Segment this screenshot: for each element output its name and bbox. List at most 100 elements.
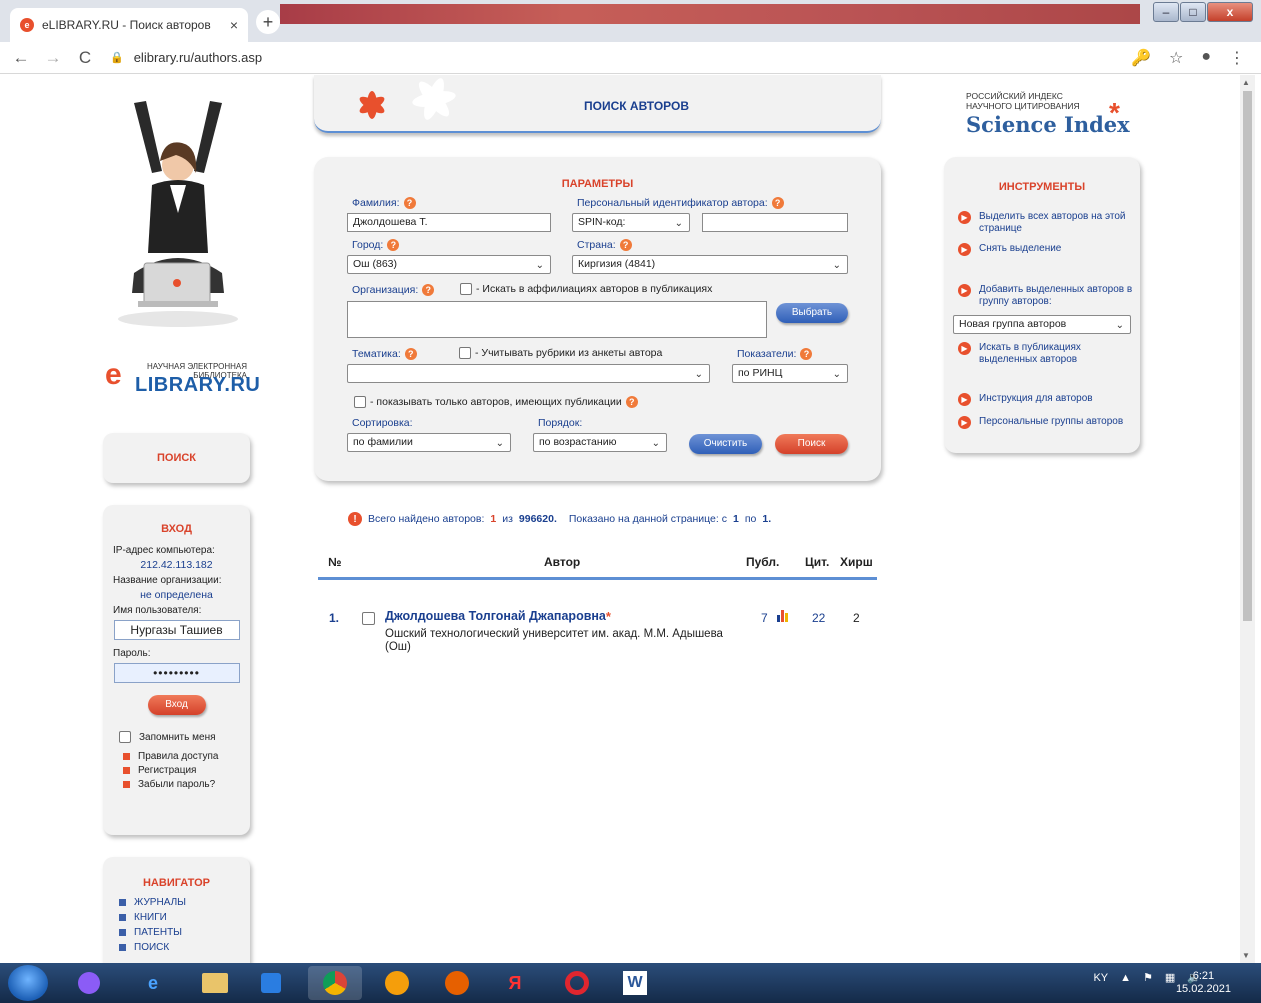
params-title: ПАРАМЕТРЫ <box>561 178 634 190</box>
search-link[interactable]: ПОИСК <box>103 452 250 464</box>
language-indicator[interactable]: KY <box>1093 972 1108 984</box>
add-to-group-link[interactable]: Добавить выделенных авторов в группу авт… <box>979 284 1138 308</box>
chevron-down-icon: ⌄ <box>651 438 660 449</box>
select-all-link[interactable]: Выделить всех авторов на этой странице <box>979 211 1138 235</box>
account-icon[interactable]: ● <box>1201 48 1211 68</box>
nav-patents-link[interactable]: ПАТЕНТЫ <box>134 927 182 938</box>
network-icon[interactable]: ▦ <box>1165 971 1175 984</box>
yandex-icon[interactable]: Я <box>488 966 542 1000</box>
close-window-button[interactable]: x <box>1207 2 1253 22</box>
organization-label-text: Организация: <box>352 284 419 296</box>
ie-icon[interactable]: e <box>126 966 180 1000</box>
password-input[interactable]: ••••••••• <box>113 663 240 683</box>
help-icon[interactable]: ? <box>619 239 632 251</box>
topic-select[interactable]: ⌄ <box>347 364 710 383</box>
rubric-checkbox[interactable] <box>459 347 471 359</box>
tab-close-icon[interactable]: × <box>230 17 238 33</box>
id-type-select[interactable]: SPIN-код: ⌄ <box>572 213 690 232</box>
col-hirsch-header[interactable]: Хирш <box>840 555 873 569</box>
menu-icon[interactable]: ⋮ <box>1229 48 1245 68</box>
clock[interactable]: 6:21 15.02.2021 <box>1176 970 1231 996</box>
city-select[interactable]: Ош (863) ⌄ <box>347 255 551 274</box>
author-instructions-link[interactable]: Инструкция для авторов <box>979 393 1093 406</box>
flag-icon[interactable]: ⚑ <box>1143 971 1153 984</box>
clear-button[interactable]: Очистить <box>689 434 762 454</box>
sort-select[interactable]: по фамилии ⌄ <box>347 433 511 452</box>
browser-tab[interactable]: e eLIBRARY.RU - Поиск авторов × <box>10 8 248 42</box>
deselect-link[interactable]: Снять выделение <box>979 243 1061 256</box>
country-select[interactable]: Киргизия (4841) ⌄ <box>572 255 848 274</box>
forward-icon[interactable]: → <box>42 48 64 68</box>
forgot-password-link[interactable]: Забыли пароль? <box>138 779 215 790</box>
help-icon[interactable]: ? <box>404 348 417 360</box>
start-button[interactable] <box>8 965 48 1001</box>
elibrary-logo[interactable]: НАУЧНАЯ ЭЛЕКТРОННАЯ БИБЛИОТЕКА e LIBRARY… <box>105 358 260 402</box>
row-number: 1. <box>329 611 340 625</box>
nav-search-link[interactable]: ПОИСК <box>134 942 169 953</box>
col-cites-header[interactable]: Цит. <box>805 555 829 569</box>
help-icon[interactable]: ? <box>387 239 400 251</box>
indicators-label-text: Показатели: <box>737 348 797 360</box>
search-box[interactable]: ПОИСК <box>103 433 250 483</box>
app-icon[interactable] <box>370 966 424 1000</box>
firefox-icon[interactable] <box>430 966 484 1000</box>
nav-books-link[interactable]: КНИГИ <box>134 912 167 923</box>
register-link[interactable]: Регистрация <box>138 765 196 776</box>
search-in-pubs-link[interactable]: Искать в публикациях выделенных авторов <box>979 342 1138 366</box>
help-icon[interactable]: ? <box>800 348 813 360</box>
col-author-header[interactable]: Автор <box>544 555 580 569</box>
minimize-button[interactable]: – <box>1153 2 1179 22</box>
row-select-checkbox[interactable] <box>362 612 375 625</box>
back-icon[interactable]: ← <box>10 48 32 68</box>
nav-journals-link[interactable]: ЖУРНАЛЫ <box>134 897 186 908</box>
choose-organization-button[interactable]: Выбрать <box>776 303 848 323</box>
access-rules-link[interactable]: Правила доступа <box>138 751 218 762</box>
tray-expand-icon[interactable]: ▲ <box>1120 972 1131 984</box>
col-pubs-header[interactable]: Публ. <box>746 555 779 569</box>
help-icon[interactable]: ? <box>403 197 416 209</box>
search-button[interactable]: Поиск <box>775 434 848 454</box>
help-icon[interactable]: ? <box>771 197 784 209</box>
page-title: ПОИСК АВТОРОВ <box>584 99 689 113</box>
scroll-down-icon[interactable]: ▼ <box>1242 951 1250 960</box>
only-with-pubs-checkbox[interactable] <box>354 396 366 408</box>
surname-input[interactable]: Джолдошева Т. <box>347 213 551 232</box>
help-icon[interactable]: ? <box>625 396 638 408</box>
address-bar[interactable]: 🔒 elibrary.ru/authors.asp <box>110 50 262 65</box>
media-player-icon[interactable] <box>244 966 298 1000</box>
help-icon[interactable]: ? <box>422 284 435 296</box>
order-select[interactable]: по возрастанию ⌄ <box>533 433 667 452</box>
url-text[interactable]: elibrary.ru/authors.asp <box>134 50 262 65</box>
bookmark-star-icon[interactable]: ☆ <box>1169 48 1183 68</box>
science-index-logo[interactable]: РОССИЙСКИЙ ИНДЕКС НАУЧНОГО ЦИТИРОВАНИЯ S… <box>966 91 1136 141</box>
maximize-button[interactable]: □ <box>1180 2 1206 22</box>
page-scrollbar[interactable]: ▲ ▼ <box>1240 75 1255 963</box>
chrome-icon[interactable] <box>308 966 362 1000</box>
affiliation-checkbox[interactable] <box>460 283 472 295</box>
author-name-text[interactable]: Джолдошева Толгонай Джапаровна <box>385 609 606 623</box>
key-icon[interactable]: 🔑 <box>1131 48 1151 68</box>
bullet-icon <box>123 767 130 774</box>
author-group-select[interactable]: Новая группа авторов ⌄ <box>953 315 1131 334</box>
alice-icon[interactable] <box>62 966 116 1000</box>
login-button[interactable]: Вход <box>147 695 206 715</box>
explorer-icon[interactable] <box>188 966 242 1000</box>
bar-chart-icon[interactable] <box>776 609 790 623</box>
scroll-up-icon[interactable]: ▲ <box>1242 78 1250 87</box>
author-name-link[interactable]: Джолдошева Толгонай Джапаровна* <box>385 609 611 624</box>
bullet-icon <box>119 914 126 921</box>
username-input[interactable]: Нургазы Ташиев <box>113 620 240 640</box>
organization-textarea[interactable] <box>347 301 767 338</box>
opera-icon[interactable] <box>550 966 604 1000</box>
word-icon[interactable]: W <box>608 966 662 1000</box>
chevron-down-icon: ⌄ <box>832 260 841 271</box>
author-id-input[interactable] <box>702 213 848 232</box>
new-tab-button[interactable]: + <box>256 10 280 34</box>
pubs-count-link[interactable]: 7 <box>761 611 768 625</box>
personal-groups-link[interactable]: Персональные группы авторов <box>979 416 1123 429</box>
remember-checkbox[interactable] <box>119 731 131 743</box>
indicators-select[interactable]: по РИНЦ ⌄ <box>732 364 848 383</box>
scroll-thumb[interactable] <box>1243 91 1252 621</box>
cites-count-link[interactable]: 22 <box>812 611 825 625</box>
reload-icon[interactable]: C <box>74 48 96 68</box>
